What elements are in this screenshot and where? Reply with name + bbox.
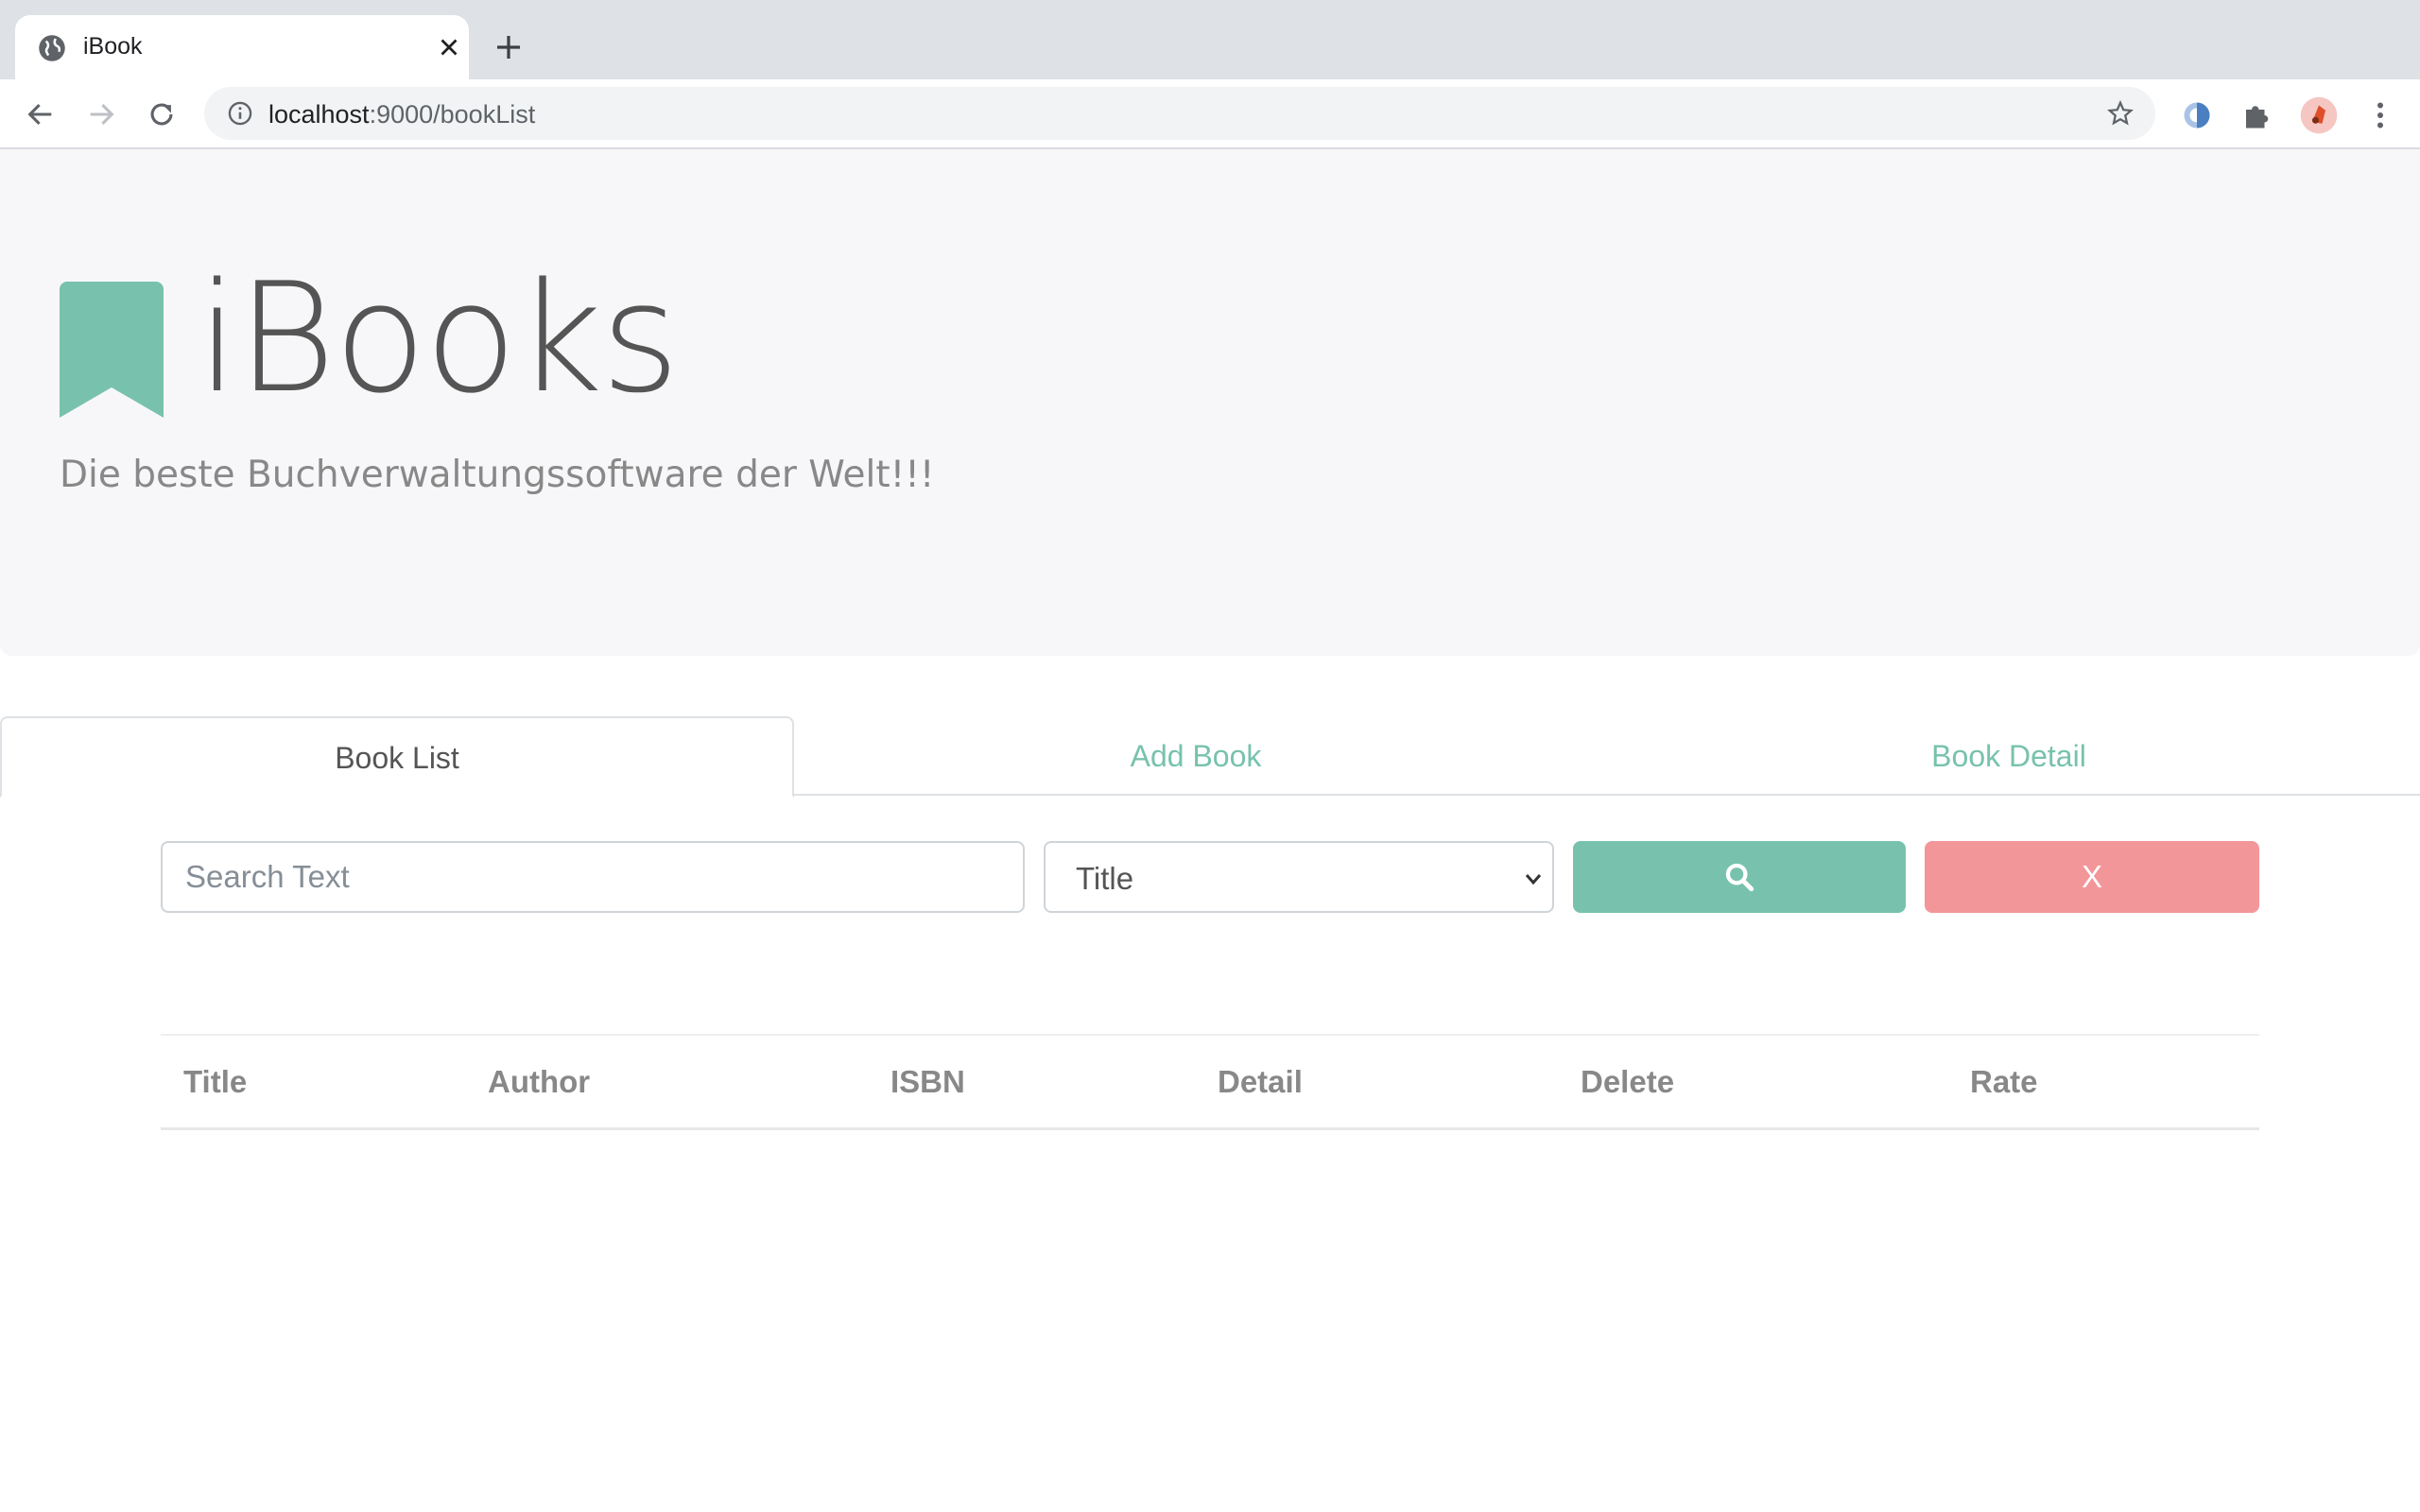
browser-toolbar: localhost:9000/bookList [0,79,2420,149]
menu-kebab-icon[interactable] [2363,98,2397,132]
search-field-selected: Title [1076,861,1134,896]
profile-avatar[interactable] [2299,95,2339,135]
tab-book-detail[interactable]: Book Detail [1598,716,2420,796]
url-host: localhost [268,100,370,129]
search-icon [1725,863,1754,892]
close-icon[interactable] [435,33,463,61]
back-arrow-icon[interactable] [25,98,57,130]
bookmark-logo-icon [60,282,164,418]
url-path: :9000/bookList [369,100,536,129]
forward-arrow-icon[interactable] [85,98,117,130]
tab-add-book[interactable]: Add Book [794,716,1598,796]
browser-tab-strip: iBook [0,0,2420,79]
tab-book-list[interactable]: Book List [0,716,794,798]
app-subtitle: Die beste Buchverwaltungssoftware der We… [60,454,935,496]
column-header-title: Title [183,1064,248,1099]
browser-tab-title: iBook [83,33,143,60]
column-header-detail: Detail [1218,1064,1303,1099]
column-header-isbn: ISBN [890,1064,965,1099]
address-bar[interactable]: localhost:9000/bookList [204,87,2155,140]
url-text: localhost:9000/bookList [268,100,535,129]
puzzle-extensions-icon[interactable] [2240,98,2274,132]
app-title: iBooks [197,249,680,426]
new-tab-plus-icon[interactable] [493,32,524,62]
column-header-author: Author [488,1064,591,1099]
bookmark-star-icon[interactable] [2106,99,2135,128]
column-header-rate: Rate [1970,1064,2038,1099]
info-icon[interactable] [227,100,253,127]
column-header-delete: Delete [1581,1064,1675,1099]
search-field-select[interactable]: Title [1044,841,1554,913]
globe-icon [39,35,65,61]
book-table: Title Author ISBN Detail Delete Rate [161,1034,2259,1130]
browser-tab[interactable]: iBook [15,15,469,79]
extension-o-icon[interactable] [2180,98,2214,132]
nav-tabs: Book List Add Book Book Detail [0,716,2420,798]
reload-icon[interactable] [146,98,178,130]
search-input[interactable] [161,841,1025,913]
search-button[interactable] [1573,841,1906,913]
hero-banner: iBooks Die beste Buchverwaltungssoftware… [0,149,2420,656]
chevron-down-icon [1525,874,1542,885]
clear-button[interactable]: X [1925,841,2259,913]
